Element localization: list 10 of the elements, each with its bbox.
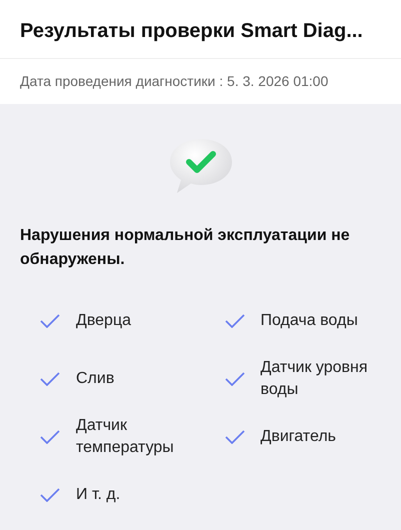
check-item-label: Дверца [76, 311, 132, 331]
check-item-label: Слив [76, 369, 114, 389]
check-item-label: Подача воды [260, 311, 358, 331]
check-item-label: Датчик уровня воды [260, 358, 369, 400]
page-title: Результаты проверки Smart Diag... [20, 19, 364, 44]
check-item-label: Двигатель [260, 427, 336, 447]
diagnosis-date: Дата проведения диагностики : 5. 3. 2026 01:00 [20, 72, 330, 91]
result-message: Нарушения нормальной эксплуатации не обнаружены. [19, 226, 351, 270]
check-item-label: И т. д. [76, 485, 120, 505]
check-item-label: Датчик температуры [76, 416, 175, 458]
